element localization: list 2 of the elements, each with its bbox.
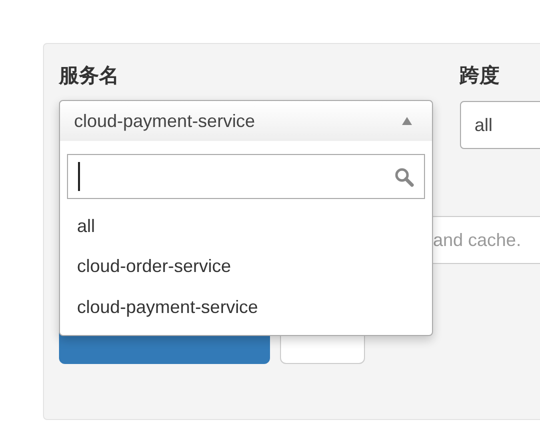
field-label: 服务名 xyxy=(59,64,120,89)
field-label: 跨度 xyxy=(460,64,501,89)
